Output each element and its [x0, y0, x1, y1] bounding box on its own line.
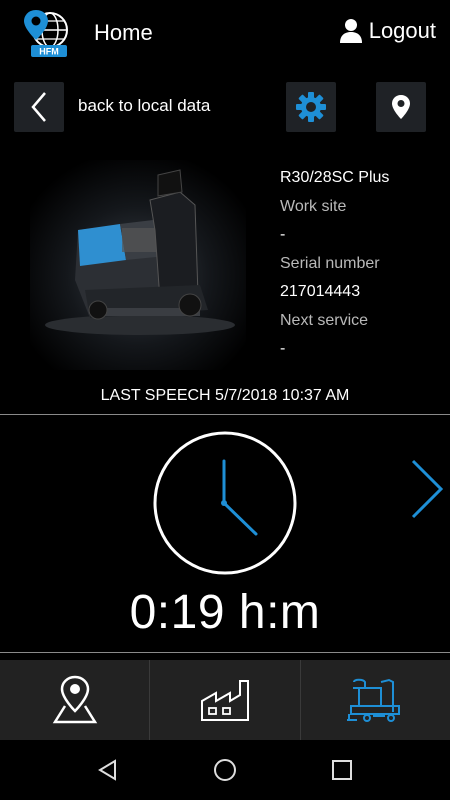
operating-hours: 0:19 h:m: [129, 586, 321, 639]
hfm-logo-icon: HFM: [24, 10, 68, 57]
location-button[interactable]: [376, 82, 426, 132]
next-service-value: -: [280, 340, 286, 357]
gear-icon: [296, 92, 326, 122]
logout-button[interactable]: Logout: [339, 18, 436, 44]
page-title: Home: [94, 20, 153, 45]
map-pin-icon: [392, 95, 410, 119]
back-button[interactable]: [14, 82, 64, 132]
tab-factory[interactable]: [150, 660, 301, 740]
nav-recents-icon[interactable]: [331, 759, 353, 781]
clock-icon: [153, 431, 297, 575]
machine-image: [30, 160, 246, 370]
svg-text:HFM: HFM: [39, 47, 59, 57]
chevron-right-icon[interactable]: [405, 458, 445, 520]
divider-top: [0, 414, 450, 415]
map-location-icon: [52, 675, 97, 724]
back-to-local-data-label[interactable]: back to local data: [78, 96, 210, 116]
machine-model: R30/28SC Plus: [280, 169, 390, 186]
nav-home-icon[interactable]: [213, 758, 237, 782]
nav-back-icon[interactable]: [97, 758, 119, 782]
bottom-tab-bar: [0, 660, 450, 740]
machine-info-panel: R30/28SC Plus Work site - Serial number …: [280, 166, 445, 366]
last-speech-text: LAST SPEECH 5/7/2018 10:37 AM: [100, 387, 350, 404]
app-header: HFM Home Logout: [0, 0, 450, 70]
logout-label: Logout: [368, 18, 436, 43]
android-nav-bar: [0, 740, 450, 800]
settings-button[interactable]: [286, 82, 336, 132]
serial-number-label: Serial number: [280, 254, 380, 272]
user-icon: [339, 19, 362, 43]
scrubber-machine-icon: [347, 678, 401, 722]
divider-bottom: [0, 652, 450, 653]
tab-map[interactable]: [0, 660, 151, 740]
work-site-value: -: [280, 226, 286, 243]
tab-machine[interactable]: [301, 660, 450, 740]
serial-number-value: 217014443: [280, 283, 361, 300]
factory-icon: [200, 680, 249, 721]
chevron-left-icon: [31, 92, 46, 122]
work-site-label: Work site: [280, 197, 347, 215]
next-service-label: Next service: [280, 311, 369, 329]
